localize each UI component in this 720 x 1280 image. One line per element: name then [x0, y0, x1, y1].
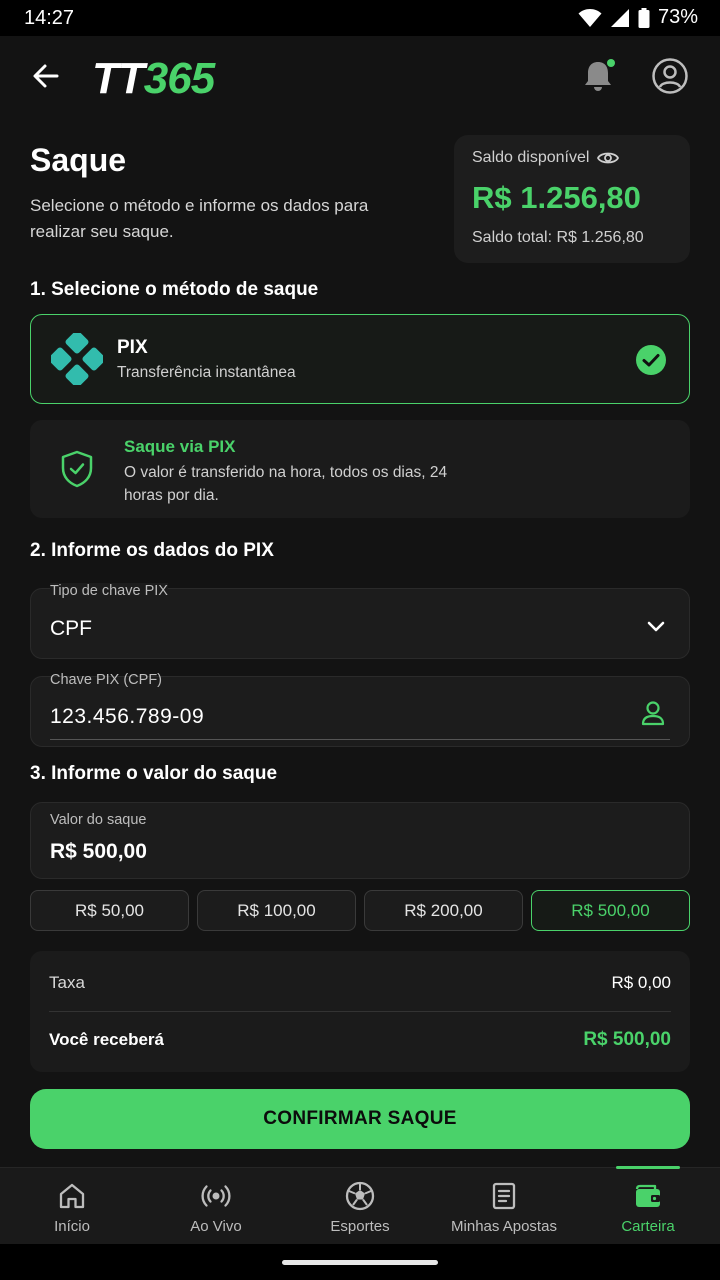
method-card-pix[interactable]: PIX Transferência instantânea [30, 314, 690, 404]
fee-label: Taxa [49, 973, 85, 992]
status-time: 14:27 [24, 7, 75, 29]
pix-key-label: Chave PIX (CPF) [50, 672, 162, 688]
nav-item-carteira[interactable]: Carteira [576, 1166, 720, 1244]
check-circle-icon [636, 345, 666, 375]
page-title: Saque [30, 142, 127, 178]
wallet-icon [635, 1184, 660, 1207]
pix-key-input[interactable]: 123.456.789-09 [50, 705, 204, 729]
chevron-down-icon [647, 621, 665, 632]
top-bar: TT365 [0, 36, 720, 120]
section-title-amount: 3. Informe o valor do saque [30, 763, 278, 784]
profile-icon [652, 58, 688, 94]
home-icon [59, 1183, 85, 1209]
quick-amount-50[interactable]: R$ 50,00 [30, 890, 189, 931]
page-subtitle: Selecione o método e informe os dados pa… [30, 196, 369, 241]
total-balance: Saldo total: R$ 1.256,80 [472, 229, 644, 246]
bell-icon [585, 59, 615, 91]
nav-label-minhas-apostas: Minhas Apostas [451, 1218, 557, 1235]
key-type-value: CPF [50, 617, 92, 640]
logo-text-365: 365 [143, 54, 215, 103]
receive-row: Você receberá R$ 500,00 [49, 1029, 671, 1051]
confirm-withdraw-button[interactable]: CONFIRMAR SAQUE [30, 1089, 690, 1149]
nav-label-ao-vivo: Ao Vivo [190, 1218, 242, 1235]
pix-logo-icon [51, 333, 103, 385]
battery-percentage: 73% [657, 6, 698, 28]
nav-item-minhas-apostas[interactable]: Minhas Apostas [432, 1168, 576, 1244]
battery-icon [638, 7, 650, 28]
quick-amount-chips: R$ 50,00 R$ 100,00 R$ 200,00 R$ 500,00 [30, 890, 690, 931]
amount-label: Valor do saque [50, 812, 147, 828]
balance-label-row: Saldo disponível [472, 149, 620, 167]
fee-value: R$ 0,00 [611, 973, 671, 992]
pix-key-field[interactable]: Chave PIX (CPF) 123.456.789-09 [30, 672, 690, 747]
summary-divider [49, 1011, 671, 1012]
nav-label-inicio: Início [54, 1218, 90, 1235]
receive-value: R$ 500,00 [583, 1029, 671, 1050]
back-arrow-icon [33, 64, 59, 88]
summary-card: Taxa R$ 0,00 Você receberá R$ 500,00 [30, 951, 690, 1072]
quick-amount-500[interactable]: R$ 500,00 [531, 890, 690, 931]
method-description: Transferência instantânea [117, 364, 296, 381]
withdraw-screen: TT365 Saque Selecione o método e informe… [0, 36, 720, 1244]
section-title-method: 1. Selecione o método de saque [30, 279, 319, 300]
bets-document-icon [492, 1182, 516, 1210]
bottom-navigation: Início Ao Vivo Esportes Minhas Apostas C… [0, 1166, 720, 1244]
pix-info-card: Saque via PIX O valor é transferido na h… [30, 420, 690, 518]
nav-label-esportes: Esportes [330, 1218, 390, 1235]
info-title: Saque via PIX [124, 437, 236, 456]
active-tab-indicator [616, 1166, 680, 1169]
nav-item-ao-vivo[interactable]: Ao Vivo [144, 1168, 288, 1244]
gesture-navigation-bar [0, 1244, 720, 1280]
nav-label-carteira: Carteira [621, 1218, 675, 1235]
pix-key-underline [50, 739, 670, 740]
profile-button[interactable] [650, 56, 690, 96]
nav-item-esportes[interactable]: Esportes [288, 1168, 432, 1244]
person-icon[interactable] [639, 699, 667, 727]
back-button[interactable] [28, 58, 64, 94]
nav-item-inicio[interactable]: Início [0, 1168, 144, 1244]
live-icon [201, 1185, 231, 1207]
status-icons: 73% [578, 6, 698, 29]
soccer-ball-icon [345, 1181, 375, 1211]
signal-icon [610, 8, 629, 27]
balance-card: Saldo disponível R$ 1.256,80 Saldo total… [454, 135, 690, 263]
shield-check-icon [61, 450, 93, 488]
logo-text-tt: TT [92, 54, 145, 103]
key-type-label: Tipo de chave PIX [50, 583, 168, 599]
wifi-icon [578, 8, 602, 27]
method-name: PIX [117, 337, 148, 358]
quick-amount-200[interactable]: R$ 200,00 [364, 890, 523, 931]
key-type-select[interactable]: Tipo de chave PIX CPF [30, 583, 690, 659]
available-balance: R$ 1.256,80 [472, 180, 641, 215]
info-text: O valor é transferido na hora, todos os … [124, 464, 448, 504]
balance-label: Saldo disponível [472, 149, 590, 166]
quick-amount-100[interactable]: R$ 100,00 [197, 890, 356, 931]
home-gesture-handle[interactable] [282, 1260, 438, 1265]
receive-label: Você receberá [49, 1030, 164, 1049]
notifications-button[interactable] [578, 56, 618, 96]
amount-field[interactable]: Valor do saque R$ 500,00 [30, 802, 690, 879]
tt365-logo[interactable]: TT365 [92, 54, 215, 104]
amount-input[interactable]: R$ 500,00 [50, 840, 147, 864]
eye-icon[interactable] [597, 150, 620, 166]
section-title-pix-data: 2. Informe os dados do PIX [30, 540, 274, 561]
fee-row: Taxa R$ 0,00 [49, 973, 671, 993]
status-bar: 14:27 73% [0, 0, 720, 36]
